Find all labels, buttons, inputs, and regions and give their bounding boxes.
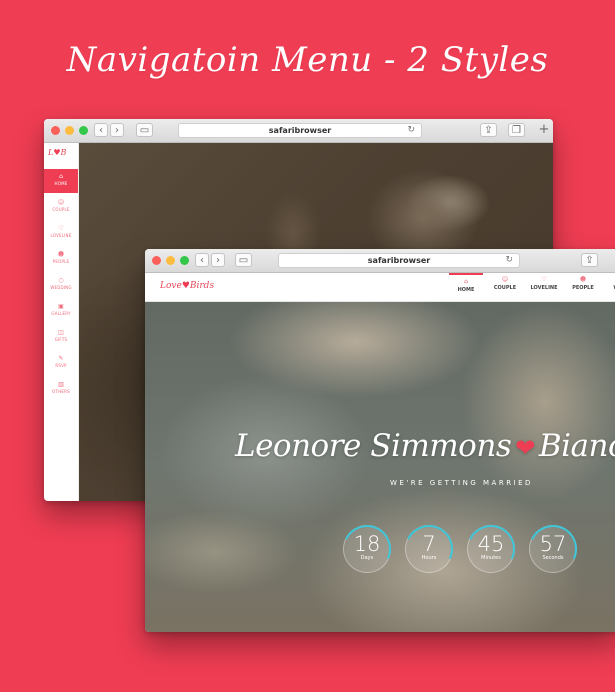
share-button[interactable]: ⇪ bbox=[581, 253, 598, 267]
rings-icon: ○ bbox=[605, 276, 615, 284]
countdown-progress-ring bbox=[398, 518, 460, 580]
nav-item-label: LOVELINE bbox=[530, 285, 558, 291]
share-button[interactable]: ⇪ bbox=[480, 123, 497, 137]
rings-icon: ○ bbox=[58, 277, 64, 284]
sidebar-item-home[interactable]: ⌂ HOME bbox=[44, 169, 78, 193]
minimize-window-button[interactable] bbox=[166, 256, 175, 265]
sidebar-item-rsvp[interactable]: ✎ RSVP bbox=[44, 351, 78, 375]
camera-icon: ▣ bbox=[58, 303, 64, 310]
hero-section: Leonore Simmons❤Bianca Paw WE'RE GETTING… bbox=[145, 302, 615, 632]
sidebar-toggle-button[interactable]: ▭ bbox=[235, 253, 252, 267]
reload-icon[interactable]: ↻ bbox=[505, 254, 513, 267]
groom-name: Bianca Paw bbox=[538, 428, 615, 464]
sidebar-nav: L♥B ⌂ HOME ☺ COUPLE ♡ LOVELINE ☻ PEOPLE ○ WEDDING… bbox=[44, 143, 79, 501]
sidebar-toggle-button[interactable]: ▭ bbox=[136, 123, 153, 137]
nav-item-people[interactable]: ☻ PEOPLE bbox=[566, 273, 600, 301]
home-icon: ⌂ bbox=[59, 173, 63, 180]
countdown-minutes: 45 Minutes bbox=[460, 518, 522, 580]
couple-icon: ☺ bbox=[501, 276, 509, 283]
sidebar-item-label: GALLERY bbox=[51, 311, 71, 316]
couple-names: Leonore Simmons❤Bianca Paw bbox=[235, 428, 615, 464]
logo-left-text: Love bbox=[160, 281, 182, 291]
sidebar-item-label: OTHERS bbox=[52, 389, 70, 394]
zoom-window-button[interactable] bbox=[79, 126, 88, 135]
sidebar-item-label: COUPLE bbox=[52, 207, 70, 212]
zoom-window-button[interactable] bbox=[180, 256, 189, 265]
sidebar-item-label: HOME bbox=[54, 181, 68, 186]
heart-icon: ♡ bbox=[58, 225, 64, 232]
minimize-window-button[interactable] bbox=[65, 126, 74, 135]
others-icon: ▥ bbox=[58, 381, 64, 388]
site-logo[interactable]: L♥B bbox=[48, 148, 66, 157]
forward-button[interactable]: › bbox=[110, 123, 124, 137]
hero-tagline: WE'RE GETTING MARRIED bbox=[390, 479, 533, 487]
bride-name: Leonore Simmons bbox=[235, 428, 512, 464]
new-tab-button[interactable]: + bbox=[537, 123, 551, 137]
top-navbar: Love♥Birds ⌂ HOME ☺ COUPLE ♡ LOVELINE ☻ PEOPLE ○… bbox=[145, 273, 615, 302]
browser-toolbar: ‹ › ▭ safaribrowser ↻ ⇪ bbox=[145, 249, 615, 273]
reload-icon[interactable]: ↻ bbox=[407, 124, 415, 137]
sidebar-item-label: GIFTS bbox=[54, 337, 68, 342]
nav-item-couple[interactable]: ☺ COUPLE bbox=[488, 273, 522, 301]
sidebar-item-gifts[interactable]: ◫ GIFTS bbox=[44, 325, 78, 349]
people-icon: ☻ bbox=[579, 276, 587, 283]
people-icon: ☻ bbox=[57, 251, 65, 258]
countdown-progress-ring bbox=[336, 518, 398, 580]
countdown-progress-ring bbox=[522, 518, 584, 580]
countdown-seconds: 57 Seconds bbox=[522, 518, 584, 580]
back-button[interactable]: ‹ bbox=[195, 253, 209, 267]
nav-item-home[interactable]: ⌂ HOME bbox=[449, 273, 483, 301]
sidebar-item-loveline[interactable]: ♡ LOVELINE bbox=[44, 221, 78, 245]
address-bar[interactable]: safaribrowser ↻ bbox=[178, 123, 422, 138]
sidebar-item-others[interactable]: ▥ OTHERS bbox=[44, 377, 78, 401]
pen-icon: ✎ bbox=[58, 355, 64, 362]
couple-icon: ☺ bbox=[57, 199, 65, 206]
countdown-days: 18 Days bbox=[336, 518, 398, 580]
address-text: safaribrowser bbox=[367, 256, 431, 265]
browser-window-topbar-style: ‹ › ▭ safaribrowser ↻ ⇪ Love♥Birds ⌂ HOME… bbox=[145, 249, 615, 632]
nav-item-label: COUPLE bbox=[493, 285, 517, 291]
nav-item-label: HOME bbox=[457, 287, 475, 293]
tabs-button[interactable]: ❐ bbox=[508, 123, 525, 137]
sidebar-item-label: RSVP bbox=[55, 363, 67, 368]
nav-item-label: WEDD bbox=[605, 284, 615, 292]
nav-item-label: PEOPLE bbox=[572, 285, 594, 291]
address-text: safaribrowser bbox=[268, 126, 332, 135]
heart-icon: ❤ bbox=[515, 434, 535, 462]
heart-icon: ♡ bbox=[541, 276, 547, 283]
sidebar-item-gallery[interactable]: ▣ GALLERY bbox=[44, 299, 78, 323]
page-headline: Navigatoin Menu - 2 Styles bbox=[66, 40, 549, 80]
address-bar[interactable]: safaribrowser ↻ bbox=[278, 253, 520, 268]
close-window-button[interactable] bbox=[152, 256, 161, 265]
forward-button[interactable]: › bbox=[211, 253, 225, 267]
sidebar-item-label: WEDDING bbox=[50, 285, 72, 290]
close-window-button[interactable] bbox=[51, 126, 60, 135]
sidebar-item-people[interactable]: ☻ PEOPLE bbox=[44, 247, 78, 271]
nav-item-loveline[interactable]: ♡ LOVELINE bbox=[527, 273, 561, 301]
gift-icon: ◫ bbox=[58, 329, 64, 336]
logo-right-text: Birds bbox=[189, 281, 215, 291]
countdown-progress-ring bbox=[460, 518, 522, 580]
site-logo[interactable]: Love♥Birds bbox=[160, 281, 214, 291]
nav-item-wedd[interactable]: ○WEDD bbox=[605, 273, 615, 301]
sidebar-item-label: PEOPLE bbox=[52, 259, 70, 264]
back-button[interactable]: ‹ bbox=[94, 123, 108, 137]
sidebar-item-label: LOVELINE bbox=[50, 233, 72, 238]
countdown-hours: 7 Hours bbox=[398, 518, 460, 580]
sidebar-item-couple[interactable]: ☺ COUPLE bbox=[44, 195, 78, 219]
browser-toolbar: ‹ › ▭ safaribrowser ↻ ⇪ ❐ + bbox=[44, 119, 553, 143]
home-icon: ⌂ bbox=[464, 278, 468, 285]
heart-icon: ♥ bbox=[181, 281, 190, 291]
sidebar-item-wedding[interactable]: ○ WEDDING bbox=[44, 273, 78, 297]
